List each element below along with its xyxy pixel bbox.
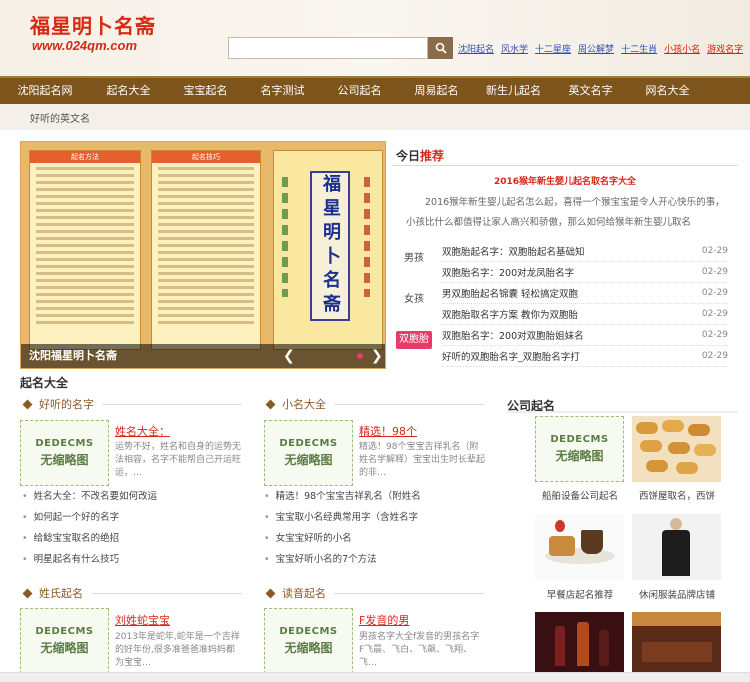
restaurant-photo[interactable]: [632, 612, 721, 672]
cat-head-nicknames[interactable]: 小名大全: [265, 396, 485, 412]
logo-title[interactable]: 福星明卜名斋: [30, 10, 156, 39]
chevron-left-icon[interactable]: ❮: [283, 348, 295, 364]
list-item[interactable]: 如何起一个好的名字: [22, 507, 157, 528]
slide-dot-active[interactable]: [357, 353, 363, 359]
today-summary: 2016猴年新生婴儿起名怎么起，喜得一个猴宝宝是令人开心快乐的事，小孩比什么都值…: [406, 197, 725, 228]
news-row[interactable]: 双胞胎起名字：双胞胎起名基础知 02-29: [442, 241, 728, 262]
sub-nav: 好听的英文名: [0, 104, 750, 130]
top-link-game-name[interactable]: 游戏名字: [707, 42, 743, 55]
top-link-shengxiao[interactable]: 十二生肖: [621, 42, 657, 55]
no-thumbnail-image[interactable]: DEDECMS 无缩略图: [264, 420, 353, 486]
banner-left-panel: 起名方法: [29, 150, 141, 350]
news-row[interactable]: 双胞胎名字：200对龙凤胎名字 02-29: [442, 262, 728, 283]
nav-item-home[interactable]: 沈阳起名网: [0, 78, 90, 104]
no-thumbnail-image[interactable]: DEDECMS 无缩略图: [264, 608, 353, 674]
feature-desc: 男孩名字大全f发音的男孩名字 F飞晨、飞白、飞飙、飞翔、飞…: [359, 632, 480, 668]
list-item[interactable]: 女宝宝好听的小名: [264, 528, 421, 549]
main-nav: 沈阳起名网 起名大全 宝宝起名 名字测试 公司起名 周易起名 新生儿起名 英文名…: [0, 76, 750, 104]
cat1-list: 姓名大全：不改名要如何改运 如何起一个好的名字 给鲶宝宝取名的绝招 明星起名有什…: [22, 486, 158, 570]
top-link-zodiac[interactable]: 十二星座: [535, 42, 571, 55]
cookies-photo[interactable]: [632, 416, 721, 482]
banner-right-panel: 起名技巧: [151, 150, 261, 350]
wine-photo[interactable]: [535, 612, 624, 672]
feature-desc: 2013年是蛇年,蛇年是一个吉祥的好年份,很多准爸爸准妈妈都为宝宝…: [115, 632, 240, 668]
search-input[interactable]: [228, 37, 428, 59]
list-item[interactable]: 宝宝取小名经典常用字（含姓名字: [264, 507, 421, 528]
nav-item-names[interactable]: 起名大全: [90, 78, 167, 104]
company-caption[interactable]: 西饼屋取名，西饼: [622, 488, 732, 502]
feature-desc: 运势不好，姓名和自身的运势无法相容，名字不能帮自己开运旺运，…: [115, 442, 242, 478]
nav-item-nickname[interactable]: 网名大全: [629, 78, 706, 104]
feature-desc: 精选！98个宝宝吉祥乳名（附姓名学解释）宝宝出生时长辈起的非…: [359, 442, 486, 478]
diamond-icon: [265, 399, 276, 409]
no-thumbnail-image[interactable]: DEDECMS 无缩略图: [535, 416, 624, 482]
top-link-nickname[interactable]: 小孩小名: [664, 42, 700, 55]
cat-head-good-names[interactable]: 好听的名字: [22, 396, 242, 412]
diamond-icon: [265, 588, 276, 598]
search-icon: [435, 42, 447, 54]
list-item[interactable]: 精选！98个宝宝吉祥乳名（附姓名: [264, 486, 421, 507]
site-header: 福星明卜名斋 www.024qm.com 沈阳起名 风水学 十二星座 周公解梦 …: [0, 0, 750, 76]
today-tabs: 男孩 女孩 双胞胎: [396, 238, 432, 349]
news-row[interactable]: 好听的双胞胎名字_双胞胎名字打 02-29: [442, 346, 728, 367]
list-item[interactable]: 明星起名有什么技巧: [22, 549, 157, 570]
top-link-dream[interactable]: 周公解梦: [578, 42, 614, 55]
news-row[interactable]: 双胞胎名字：200对双胞胎姐妹名 02-29: [442, 325, 728, 346]
banner-center-title: 福星明卜名斋: [320, 174, 341, 318]
cat2-list: 精选！98个宝宝吉祥乳名（附姓名 宝宝取小名经典常用字（含姓名字 女宝宝好听的小…: [264, 486, 421, 570]
diamond-icon: [22, 588, 33, 598]
logo-url[interactable]: www.024qm.com: [32, 38, 137, 53]
feature-title[interactable]: 姓名大全：: [115, 423, 170, 439]
tab-girl[interactable]: 女孩: [396, 279, 432, 320]
news-row[interactable]: 男双胞胎起名锦囊 轻松搞定双胞 02-29: [442, 283, 728, 304]
banner-caption[interactable]: 沈阳福星明卜名斋: [21, 344, 385, 368]
search-button[interactable]: [428, 37, 453, 59]
company-caption[interactable]: 船舶设备公司起名: [525, 488, 635, 502]
banner-scroll-panel: 福星明卜名斋: [273, 150, 383, 350]
tab-twins[interactable]: 双胞胎: [396, 331, 432, 349]
list-item[interactable]: 给鲶宝宝取名的绝招: [22, 528, 157, 549]
list-item[interactable]: 姓名大全：不改名要如何改运: [22, 486, 158, 507]
nav-item-test[interactable]: 名字测试: [244, 78, 321, 104]
top-links: 沈阳起名 风水学 十二星座 周公解梦 十二生肖 小孩小名 游戏名字: [458, 42, 743, 55]
nav-item-newborn[interactable]: 新生儿起名: [475, 78, 552, 104]
nav-item-baby[interactable]: 宝宝起名: [167, 78, 244, 104]
company-caption[interactable]: 早餐店起名推荐: [525, 587, 635, 601]
feature-title[interactable]: 刘姓蛇宝宝: [115, 612, 170, 628]
cat-head-surname[interactable]: 姓氏起名: [22, 585, 242, 601]
banner-right-header: 起名技巧: [152, 151, 260, 163]
nav-item-company[interactable]: 公司起名: [321, 78, 398, 104]
today-title: 今日推荐: [396, 149, 445, 163]
tab-boy[interactable]: 男孩: [396, 238, 432, 279]
no-thumbnail-image[interactable]: DEDECMS 无缩略图: [20, 420, 109, 486]
cat-head-pronunciation[interactable]: 读音起名: [265, 585, 485, 601]
nav-item-zhouyi[interactable]: 周易起名: [398, 78, 475, 104]
top-link-fengshui[interactable]: 风水学: [501, 42, 528, 55]
feature-title[interactable]: F发音的男: [359, 612, 409, 628]
fashion-photo[interactable]: [632, 514, 721, 580]
nav-item-english[interactable]: 英文名字: [552, 78, 629, 104]
news-row[interactable]: 双胞胎取名字方案 教你为双胞胎 02-29: [442, 304, 728, 325]
top-link-shenyang[interactable]: 沈阳起名: [458, 42, 494, 55]
sub-nav-english-names[interactable]: 好听的英文名: [30, 110, 90, 125]
banner-slider[interactable]: 起名方法 起名技巧 福星明卜名斋 沈阳福星明卜名斋 ❮ ❯: [20, 141, 386, 369]
diamond-icon: [22, 399, 33, 409]
today-recommend: 今日推荐 2016猴年新生婴儿起名取名字大全 2016猴年新生婴儿起名怎么起，喜…: [392, 141, 738, 369]
company-caption[interactable]: 休闲服装品牌店铺: [622, 587, 732, 601]
chevron-right-icon[interactable]: ❯: [371, 348, 383, 364]
section-title-names: 起名大全: [20, 376, 69, 390]
banner-left-header: 起名方法: [30, 151, 140, 163]
today-headline[interactable]: 2016猴年新生婴儿起名取名字大全: [392, 174, 738, 187]
list-item[interactable]: 宝宝好听小名的7个方法: [264, 549, 421, 570]
feature-title[interactable]: 精选！98个: [359, 423, 417, 439]
breakfast-photo[interactable]: [535, 514, 624, 580]
no-thumbnail-image[interactable]: DEDECMS 无缩略图: [20, 608, 109, 674]
today-news-list: 双胞胎起名字：双胞胎起名基础知 02-29 双胞胎名字：200对龙凤胎名字 02-2…: [442, 241, 728, 367]
horizontal-scrollbar[interactable]: [0, 672, 750, 682]
